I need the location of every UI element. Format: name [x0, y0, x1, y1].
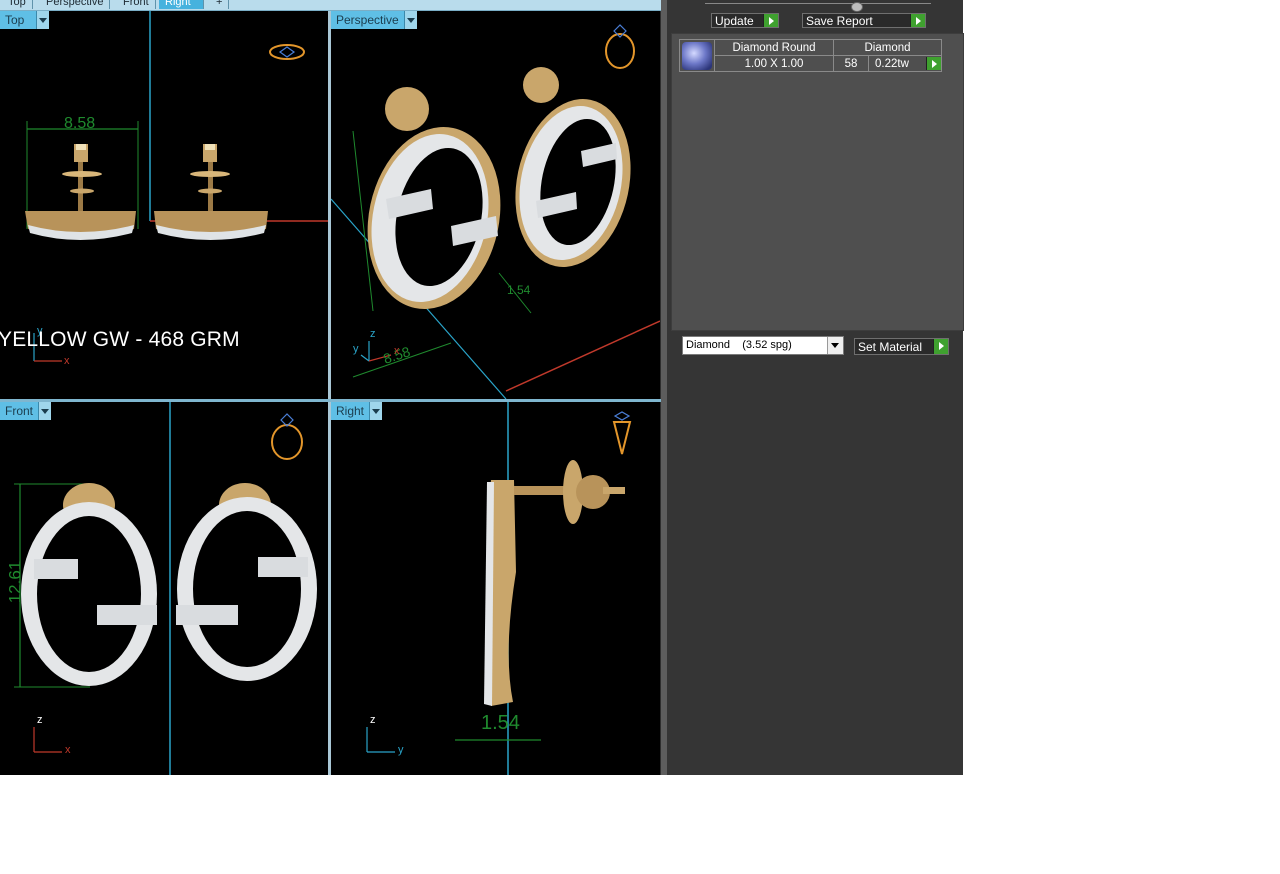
tab-front[interactable]: Front	[117, 0, 156, 9]
viewport-right[interactable]: Right 1.54 z y	[331, 402, 660, 775]
stone-weight-cell: 0.22tw	[868, 55, 942, 72]
slider-handle[interactable]	[851, 2, 863, 12]
viewport-right-label[interactable]: Right	[331, 402, 383, 420]
panel-slider[interactable]	[705, 2, 931, 12]
viewport-right-dropdown[interactable]	[369, 402, 383, 420]
front-axis-z: z	[37, 714, 43, 726]
perspective-axis-y: y	[353, 343, 359, 355]
viewport-perspective[interactable]: Perspective 8.58 1.54 z y x	[331, 11, 660, 399]
top-axis-x: x	[64, 355, 70, 367]
table-header-shape: Diamond Round	[714, 39, 834, 56]
viewport-top-name: Top	[0, 11, 36, 29]
report-panel: Update Save Report Diamond Round Diamond…	[667, 0, 964, 775]
viewport-vertical-splitter[interactable]	[328, 11, 331, 775]
perspective-view-drawing	[331, 24, 660, 399]
gem-thumbnail-cell	[679, 39, 715, 72]
set-material-label: Set Material	[858, 340, 923, 354]
update-button[interactable]: Update	[711, 13, 779, 28]
front-axis-x: x	[65, 744, 71, 756]
stone-table: Diamond Round Diamond 1.00 X 1.00 58 0.2…	[679, 39, 942, 72]
viewport-perspective-dropdown[interactable]	[403, 11, 417, 29]
material-select[interactable]: Diamond (3.52 spg)	[682, 336, 844, 355]
front-height-label: 12.61	[5, 560, 25, 604]
metal-weight-label: YELLOW GW - 468 GRM	[0, 328, 240, 351]
view-tab-strip: Top Perspective Front Right +	[0, 0, 661, 11]
table-row: Diamond Round Diamond	[679, 39, 942, 72]
update-label: Update	[715, 14, 754, 28]
material-select-value: Diamond (3.52 spg)	[686, 339, 792, 351]
viewport-top-label[interactable]: Top	[0, 11, 49, 29]
play-icon[interactable]	[926, 57, 941, 70]
perspective-depth-label: 1.54	[507, 283, 531, 297]
perspective-axis-x: x	[394, 345, 400, 357]
table-header-stone: Diamond	[833, 39, 942, 56]
chevron-down-icon	[406, 17, 415, 23]
chevron-down-icon[interactable]	[827, 337, 843, 354]
stone-report: Diamond Round Diamond 1.00 X 1.00 58 0.2…	[671, 33, 964, 331]
play-icon[interactable]	[910, 14, 925, 27]
stone-count-cell: 58	[833, 55, 869, 72]
tab-right[interactable]: Right	[159, 0, 204, 9]
set-material-button[interactable]: Set Material	[854, 338, 949, 355]
chevron-down-icon	[41, 408, 50, 414]
play-icon[interactable]	[933, 339, 948, 354]
right-axis-y: y	[398, 744, 404, 756]
viewport-top-dropdown[interactable]	[36, 11, 49, 29]
viewport-front-dropdown[interactable]	[38, 402, 52, 420]
add-view-tab[interactable]: +	[210, 0, 230, 9]
viewport-front-name: Front	[0, 402, 39, 420]
stone-weight-value: 0.22tw	[875, 57, 909, 70]
chevron-down-icon	[39, 17, 47, 23]
save-report-button[interactable]: Save Report	[802, 13, 926, 28]
play-icon[interactable]	[763, 14, 778, 27]
viewport-front-label[interactable]: Front	[0, 402, 52, 420]
tab-perspective[interactable]: Perspective	[40, 0, 111, 9]
viewport-perspective-label[interactable]: Perspective	[331, 11, 417, 29]
tab-top[interactable]: Top	[2, 0, 33, 9]
front-view-drawing	[14, 402, 317, 775]
viewport-top[interactable]: Top 8.58 y x YELLOW GW - 468 GRM	[0, 11, 328, 399]
viewport-right-name: Right	[331, 402, 370, 420]
round-diamond-icon	[682, 41, 712, 70]
table-row: 1.00 X 1.00 58 0.22tw	[680, 55, 942, 72]
chevron-down-icon	[372, 408, 381, 414]
perspective-axis-z: z	[370, 328, 376, 340]
viewport-perspective-name: Perspective	[331, 11, 404, 29]
cad-application: Top Perspective Front Right + Top 8.58 y…	[0, 0, 964, 775]
right-axis-z: z	[370, 714, 376, 726]
top-dimension-label: 8.58	[64, 115, 96, 132]
right-depth-label: 1.54	[481, 712, 520, 734]
viewport-front[interactable]: Front 12.61 z x	[0, 402, 328, 775]
stone-size-cell: 1.00 X 1.00	[714, 55, 834, 72]
save-report-label: Save Report	[806, 14, 873, 28]
